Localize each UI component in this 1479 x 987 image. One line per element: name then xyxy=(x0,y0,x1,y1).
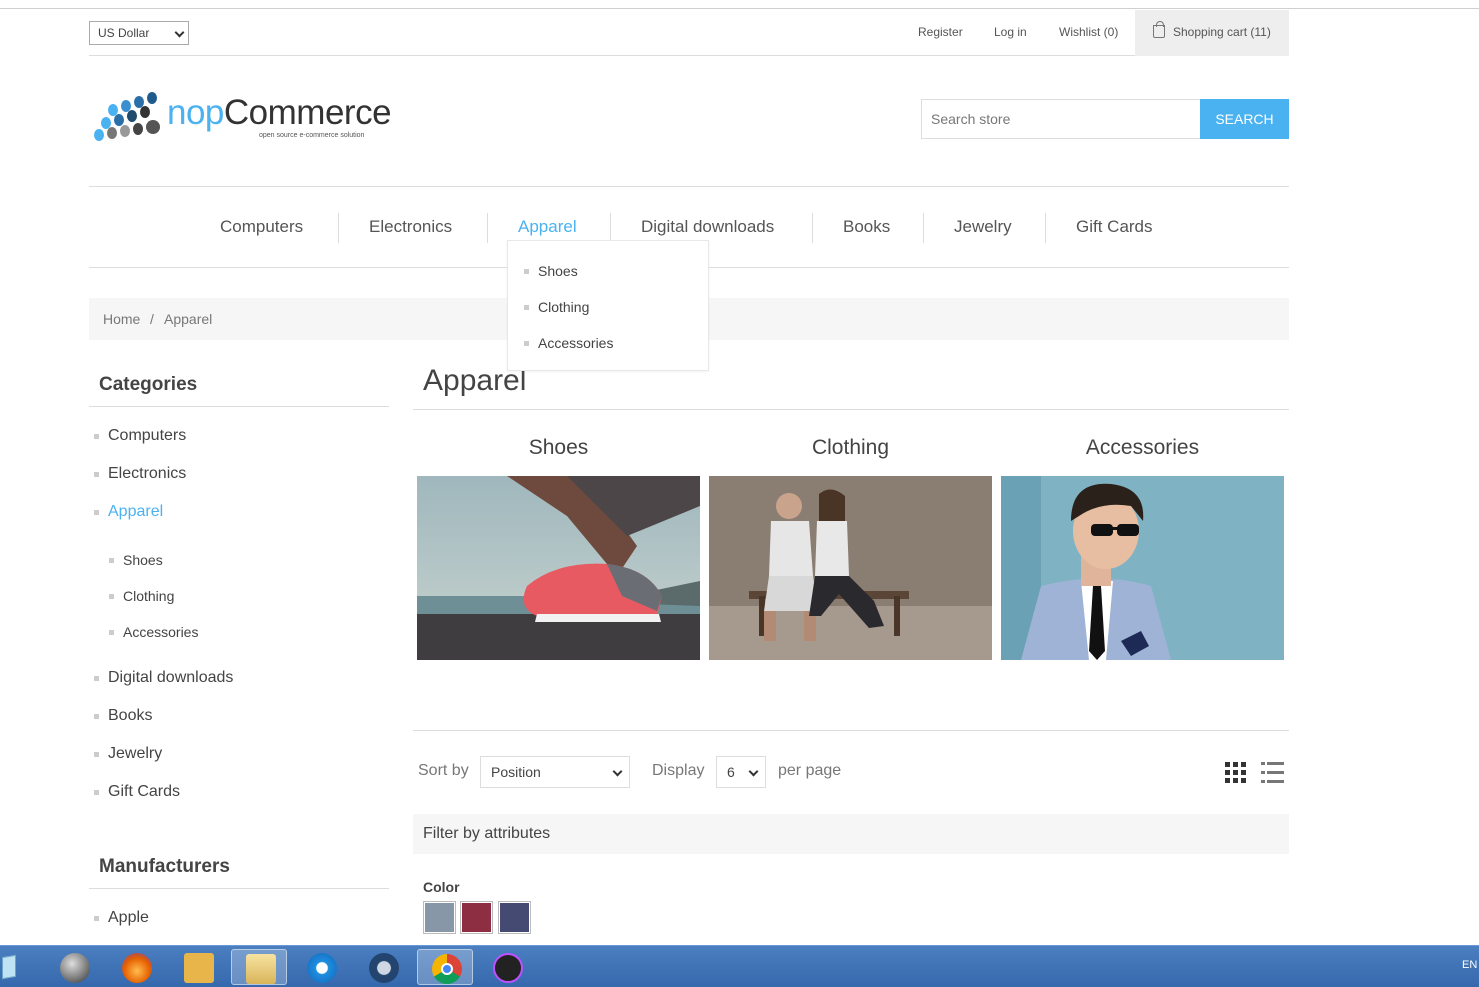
side-category-apparel[interactable]: Apparel xyxy=(108,503,163,521)
side-category-jewelry[interactable]: Jewelry xyxy=(108,745,162,763)
search-input[interactable]: Search store xyxy=(921,99,1201,139)
logo-tagline: open source e-commerce solution xyxy=(259,132,365,139)
taskbar-app-3[interactable] xyxy=(170,949,226,985)
media-app-icon xyxy=(493,953,523,983)
currency-selector[interactable]: US Dollar xyxy=(89,21,189,45)
list-view-icon[interactable] xyxy=(1261,762,1284,783)
color-swatch-blue[interactable] xyxy=(498,901,531,934)
taskbar-internet-explorer[interactable] xyxy=(293,949,349,985)
color-filter-label: Color xyxy=(423,879,460,895)
breadcrumb-separator: / xyxy=(150,311,154,327)
side-subcategory-accessories[interactable]: Accessories xyxy=(123,624,198,640)
nav-books[interactable]: Books xyxy=(843,217,890,237)
taskbar-chrome[interactable] xyxy=(417,949,473,985)
store-logo[interactable]: nopCommerce open source e-commerce solut… xyxy=(94,92,394,144)
robot-app-icon xyxy=(184,953,214,983)
chevron-down-icon xyxy=(612,766,623,777)
nav-jewelry[interactable]: Jewelry xyxy=(954,217,1012,237)
subcategory-title[interactable]: Accessories xyxy=(1001,436,1284,460)
submenu-clothing[interactable]: Clothing xyxy=(538,299,589,315)
page-size-value: 6 xyxy=(727,764,735,780)
sphere-app-icon xyxy=(60,953,90,983)
color-swatch-red[interactable] xyxy=(460,901,493,934)
side-subcategory-shoes[interactable]: Shoes xyxy=(123,552,163,568)
shoes-image[interactable] xyxy=(417,476,700,660)
internet-explorer-icon xyxy=(307,953,337,983)
divider xyxy=(413,730,1289,731)
taskbar-app-1[interactable] xyxy=(46,949,102,985)
globe-app-icon xyxy=(369,953,399,983)
grid-view-icon[interactable] xyxy=(1225,762,1246,783)
currency-value: US Dollar xyxy=(98,26,150,40)
side-subcategory-clothing[interactable]: Clothing xyxy=(123,588,174,604)
breadcrumb-current: Apparel xyxy=(164,311,213,327)
login-link[interactable]: Log in xyxy=(994,25,1027,39)
taskbar-firefox[interactable] xyxy=(108,949,164,985)
firefox-icon xyxy=(122,953,152,983)
page-size-select[interactable]: 6 xyxy=(716,756,766,788)
nav-digital-downloads[interactable]: Digital downloads xyxy=(641,217,774,237)
sort-by-value: Position xyxy=(491,764,541,780)
subcategory-title[interactable]: Shoes xyxy=(417,436,700,460)
display-label: Display xyxy=(652,762,705,779)
manufacturers-title: Manufacturers xyxy=(89,844,389,889)
search-button[interactable]: SEARCH xyxy=(1200,99,1289,139)
side-category-digital-downloads[interactable]: Digital downloads xyxy=(108,669,233,687)
clothing-image[interactable] xyxy=(709,476,992,660)
shopping-cart-label: Shopping cart (11) xyxy=(1173,25,1271,39)
chevron-down-icon xyxy=(748,766,759,777)
start-button[interactable] xyxy=(0,949,26,985)
nav-electronics[interactable]: Electronics xyxy=(369,217,452,237)
wishlist-link[interactable]: Wishlist (0) xyxy=(1059,25,1118,39)
page: US Dollar Register Log in Wishlist (0) S… xyxy=(0,10,1479,945)
side-category-electronics[interactable]: Electronics xyxy=(108,465,186,483)
chrome-icon xyxy=(432,954,462,984)
accessories-image[interactable] xyxy=(1001,476,1284,660)
nav-gift-cards[interactable]: Gift Cards xyxy=(1076,217,1153,237)
taskbar-file-explorer[interactable] xyxy=(231,949,287,985)
sort-by-label: Sort by xyxy=(418,762,469,779)
nav-computers[interactable]: Computers xyxy=(220,217,303,237)
register-link[interactable]: Register xyxy=(918,25,963,39)
color-swatch-grey[interactable] xyxy=(423,901,456,934)
nav-apparel[interactable]: Apparel xyxy=(518,217,577,237)
side-manufacturer-apple[interactable]: Apple xyxy=(108,909,149,927)
apparel-submenu: Shoes Clothing Accessories xyxy=(507,240,709,371)
logo-wordmark: nopCommerce xyxy=(167,93,392,132)
chevron-down-icon xyxy=(174,27,185,38)
shopping-bag-icon xyxy=(1153,21,1165,38)
browser-chrome xyxy=(0,0,1479,9)
taskbar-app-8[interactable] xyxy=(479,949,535,985)
sort-by-select[interactable]: Position xyxy=(480,756,630,788)
submenu-accessories[interactable]: Accessories xyxy=(538,335,613,351)
header-links-bar: US Dollar Register Log in Wishlist (0) S… xyxy=(89,10,1289,56)
filter-by-attributes-title: Filter by attributes xyxy=(413,814,1289,854)
taskbar-app-6[interactable] xyxy=(355,949,411,985)
shopping-cart-link[interactable]: Shopping cart (11) xyxy=(1135,10,1289,56)
per-page-label: per page xyxy=(778,762,842,779)
language-indicator[interactable]: EN xyxy=(1462,959,1477,971)
submenu-shoes[interactable]: Shoes xyxy=(538,263,578,279)
subcategory-title[interactable]: Clothing xyxy=(709,436,992,460)
folder-icon xyxy=(246,954,276,984)
categories-title: Categories xyxy=(89,362,389,407)
start-icon xyxy=(2,954,16,980)
breadcrumb-home[interactable]: Home xyxy=(103,311,140,327)
side-category-books[interactable]: Books xyxy=(108,707,152,725)
side-category-gift-cards[interactable]: Gift Cards xyxy=(108,783,180,801)
side-category-computers[interactable]: Computers xyxy=(108,427,186,445)
taskbar: EN xyxy=(0,945,1479,987)
